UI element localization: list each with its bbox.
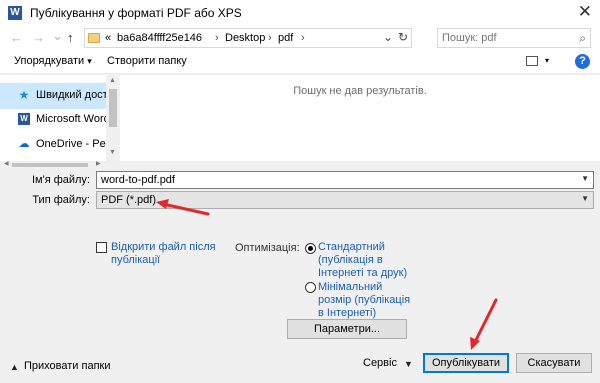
annotation-arrow-publish: [470, 298, 498, 350]
